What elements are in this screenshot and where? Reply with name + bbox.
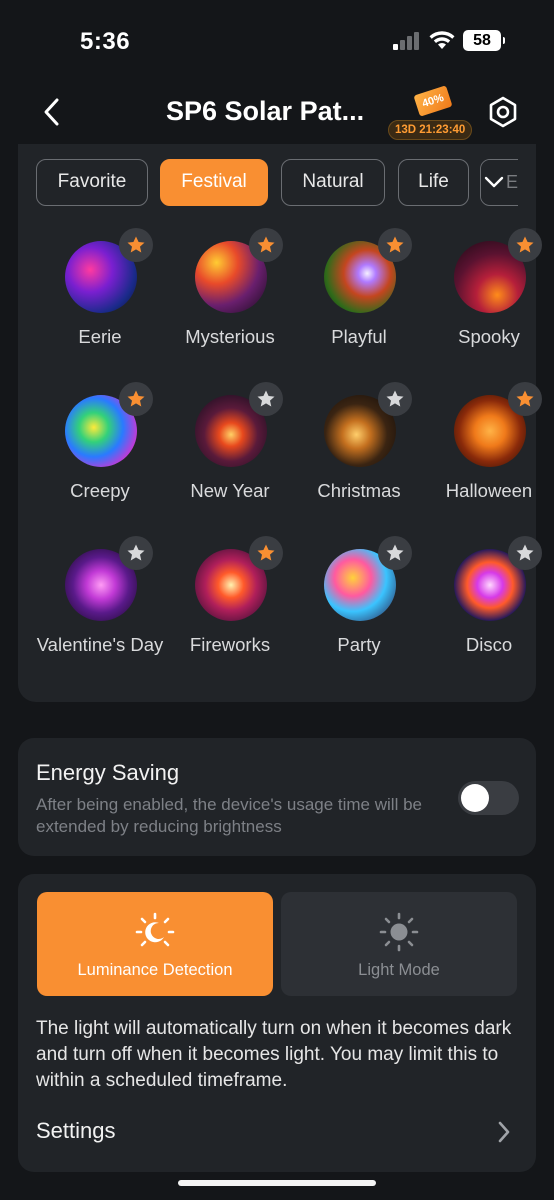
status-time: 5:36 bbox=[80, 28, 131, 55]
scene-label: New Year bbox=[190, 480, 270, 501]
scene-label: Mysterious bbox=[185, 326, 275, 347]
scene-panel: Favorite Festival Natural Life E Eerie M… bbox=[18, 144, 542, 702]
mode-card: Luminance Detection Light Mode The light… bbox=[18, 874, 536, 1172]
luminance-detection-button[interactable]: Luminance Detection bbox=[37, 892, 273, 996]
star-icon[interactable] bbox=[249, 228, 283, 262]
scene-label: Valentine's Day bbox=[36, 634, 164, 655]
mode-description: The light will automatically turn on whe… bbox=[36, 1018, 512, 1091]
settings-row[interactable]: Settings bbox=[36, 1114, 512, 1150]
tab-life[interactable]: Life bbox=[398, 159, 469, 206]
category-tabs: Favorite Festival Natural Life E bbox=[36, 159, 518, 207]
luminance-detection-label: Luminance Detection bbox=[77, 961, 233, 979]
home-indicator[interactable] bbox=[178, 1180, 376, 1186]
scene-halloween[interactable]: Halloween bbox=[424, 382, 554, 545]
energy-saving-description: After being enabled, the device's usage … bbox=[36, 795, 422, 836]
tab-overflow-text: E bbox=[506, 172, 518, 192]
device-title: SP6 Solar Pat... bbox=[166, 96, 365, 126]
scene-label: Halloween bbox=[445, 480, 533, 501]
energy-saving-card: Energy Saving After being enabled, the d… bbox=[18, 738, 536, 856]
scene-party[interactable]: Party bbox=[294, 536, 424, 699]
settings-label: Settings bbox=[36, 1118, 116, 1143]
scene-label: Christmas bbox=[317, 480, 401, 501]
scene-label: Party bbox=[337, 634, 381, 655]
scene-label: Playful bbox=[331, 326, 387, 347]
scene-label: Disco bbox=[465, 634, 513, 655]
scene-label: Spooky bbox=[458, 326, 520, 347]
scene-disco[interactable]: Disco bbox=[424, 536, 554, 699]
scene-mysterious[interactable]: Mysterious bbox=[165, 228, 295, 391]
chevron-right-icon bbox=[498, 1121, 510, 1143]
discount-tag: 40% bbox=[413, 85, 453, 117]
tabs-expand-button[interactable]: E bbox=[480, 159, 518, 206]
scene-creepy[interactable]: Creepy bbox=[35, 382, 165, 545]
star-icon[interactable] bbox=[119, 382, 153, 416]
scene-label: Fireworks bbox=[189, 634, 271, 655]
scene-label: Eerie bbox=[78, 326, 122, 347]
sun-icon bbox=[379, 912, 419, 952]
scene-playful[interactable]: Playful bbox=[294, 228, 424, 391]
top-nav-bar: SP6 Solar Pat... 40% 13D 21:23:40 bbox=[0, 84, 554, 144]
star-icon[interactable] bbox=[378, 536, 412, 570]
star-icon[interactable] bbox=[378, 382, 412, 416]
star-icon[interactable] bbox=[119, 228, 153, 262]
star-icon[interactable] bbox=[119, 536, 153, 570]
light-mode-button[interactable]: Light Mode bbox=[281, 892, 517, 996]
back-chevron-icon[interactable] bbox=[40, 94, 64, 130]
star-icon[interactable] bbox=[249, 382, 283, 416]
moon-sun-icon bbox=[135, 912, 175, 947]
toggle-knob bbox=[461, 784, 489, 812]
scene-spooky[interactable]: Spooky bbox=[424, 228, 554, 391]
scene-christmas[interactable]: Christmas bbox=[294, 382, 424, 545]
scene-eerie[interactable]: Eerie bbox=[35, 228, 165, 391]
star-icon[interactable] bbox=[249, 536, 283, 570]
battery-indicator: 58 bbox=[463, 30, 505, 51]
scene-label: Creepy bbox=[70, 480, 130, 501]
energy-saving-title: Energy Saving bbox=[36, 760, 180, 785]
tab-natural[interactable]: Natural bbox=[281, 159, 385, 206]
star-icon[interactable] bbox=[508, 536, 542, 570]
energy-saving-toggle[interactable] bbox=[458, 781, 519, 815]
star-icon[interactable] bbox=[378, 228, 412, 262]
star-icon[interactable] bbox=[508, 228, 542, 262]
wifi-icon bbox=[429, 31, 455, 49]
status-bar: 5:36 58 bbox=[0, 0, 554, 84]
tab-festival[interactable]: Festival bbox=[160, 159, 268, 206]
scene-valentines-day[interactable]: Valentine's Day bbox=[35, 536, 165, 699]
scene-fireworks[interactable]: Fireworks bbox=[165, 536, 295, 699]
gear-icon[interactable] bbox=[487, 96, 519, 128]
promo-badge[interactable]: 40% 13D 21:23:40 bbox=[388, 85, 478, 142]
cellular-signal-icon bbox=[393, 32, 421, 50]
scene-new-year[interactable]: New Year bbox=[165, 382, 295, 545]
promo-countdown: 13D 21:23:40 bbox=[388, 120, 473, 140]
light-mode-label: Light Mode bbox=[358, 961, 440, 979]
tab-favorite[interactable]: Favorite bbox=[36, 159, 148, 206]
chevron-down-icon bbox=[481, 160, 507, 204]
star-icon[interactable] bbox=[508, 382, 542, 416]
